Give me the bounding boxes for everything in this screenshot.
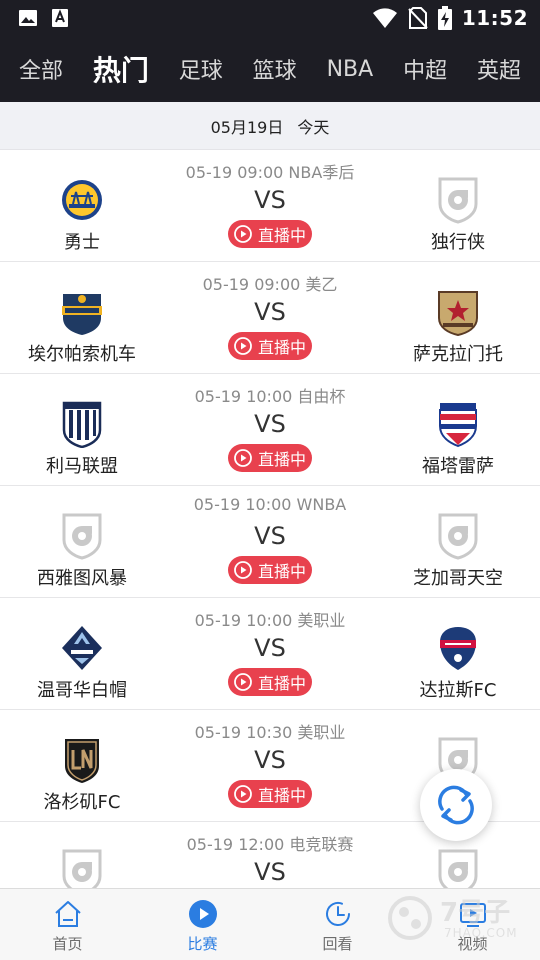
home-team-name: 西雅图风暴 [37, 568, 127, 589]
fc-dallas-logo [440, 627, 476, 670]
match-row[interactable]: 05-19 09:00 NBA季后 VS 直播中 勇士 独行侠 [0, 150, 540, 262]
live-label: 直播中 [257, 226, 306, 245]
play-circle-icon [234, 561, 252, 579]
whitecaps-logo [62, 626, 102, 670]
date-header: 05月19日 今天 [0, 102, 540, 150]
away-team[interactable]: 萨克拉门托 [373, 276, 540, 366]
nav-matches[interactable]: 比赛 [135, 889, 270, 960]
away-team-name: 芝加哥天空 [413, 568, 503, 589]
clock: 11:52 [461, 6, 528, 30]
image-notification-icon [19, 10, 37, 26]
home-team-name: 埃尔帕索机车 [28, 344, 136, 365]
live-button[interactable]: 直播中 [228, 668, 312, 696]
day-label: 今天 [297, 117, 330, 137]
match-row[interactable]: 05-19 10:00 自由杯 VS 直播中 利马联盟 福塔雷萨 [0, 374, 540, 486]
text-notification-icon [52, 9, 68, 27]
play-circle-icon [234, 337, 252, 355]
live-label: 直播中 [257, 450, 306, 469]
home-team-name: 洛杉矶FC [43, 792, 121, 813]
away-team-name: 福塔雷萨 [422, 456, 494, 477]
play-circle-icon [234, 449, 252, 467]
away-team-name: 独行侠 [431, 232, 485, 253]
live-button[interactable]: 直播中 [228, 556, 312, 584]
date-label: 05月19日 [210, 117, 284, 137]
home-team[interactable]: 洛杉矶FC [0, 724, 167, 814]
placeholder-logo [59, 512, 105, 560]
home-icon [54, 901, 81, 927]
placeholder-logo [435, 176, 481, 224]
status-bar: 11:52 [0, 0, 540, 36]
away-team[interactable]: 福塔雷萨 [373, 388, 540, 478]
tab-epl[interactable]: 英超 [477, 53, 521, 85]
nav-video-label: 视频 [457, 935, 488, 953]
placeholder-logo [435, 512, 481, 560]
home-team-name: 温哥华白帽 [37, 680, 127, 701]
live-button[interactable]: 直播中 [228, 444, 312, 472]
live-button[interactable]: 直播中 [228, 220, 312, 248]
home-team-name: 利马联盟 [46, 456, 118, 477]
replay-icon [325, 902, 350, 926]
placeholder-logo [435, 848, 481, 888]
play-circle-icon [234, 673, 252, 691]
alianza-lima-logo [62, 401, 102, 448]
tab-football[interactable]: 足球 [179, 53, 223, 85]
live-button[interactable]: 直播中 [228, 332, 312, 360]
fortaleza-logo [439, 403, 477, 448]
refresh-icon [438, 785, 474, 825]
home-team[interactable]: 西雅图风暴 [0, 500, 167, 590]
away-team-name: 达拉斯FC [419, 680, 497, 701]
live-label: 直播中 [257, 674, 306, 693]
away-team[interactable]: 芝加哥天空 [373, 500, 540, 590]
tab-csl[interactable]: 中超 [403, 53, 447, 85]
nav-replay-label: 回看 [322, 935, 353, 953]
play-circle-icon [234, 785, 252, 803]
play-icon [188, 900, 217, 928]
no-sim-icon [408, 7, 428, 29]
republic-fc-logo [438, 291, 478, 336]
away-team[interactable]: 独行侠 [373, 164, 540, 254]
home-team[interactable]: 利马联盟 [0, 388, 167, 478]
category-tabs: 全部 热门 足球 篮球 NBA 中超 英超 [0, 36, 540, 102]
away-team[interactable] [373, 836, 540, 888]
refresh-button[interactable] [420, 769, 492, 841]
warriors-logo [62, 180, 102, 220]
bottom-navigation: 首页 比赛 回看 视频 [0, 888, 540, 960]
battery-charging-icon [437, 6, 452, 30]
nav-home-label: 首页 [52, 935, 83, 953]
home-team[interactable]: 埃尔帕索机车 [0, 276, 167, 366]
tab-hot[interactable]: 热门 [93, 49, 149, 89]
live-button[interactable]: 直播中 [228, 780, 312, 808]
away-team[interactable]: 达拉斯FC [373, 612, 540, 702]
match-row[interactable]: 05-19 10:00 WNBA VS 直播中 西雅图风暴 芝加哥天空 [0, 486, 540, 598]
home-team[interactable]: 温哥华白帽 [0, 612, 167, 702]
tab-nba[interactable]: NBA [327, 57, 374, 82]
match-row[interactable]: 05-19 10:00 美职业 VS 直播中 温哥华白帽 达拉斯FC [0, 598, 540, 710]
live-label: 直播中 [257, 786, 306, 805]
away-team-name: 萨克拉门托 [413, 344, 503, 365]
wifi-icon [372, 8, 397, 28]
live-label: 直播中 [257, 338, 306, 357]
nav-home[interactable]: 首页 [0, 889, 135, 960]
lafc-logo [65, 739, 99, 783]
nav-video[interactable]: 视频 [405, 889, 540, 960]
nav-replay[interactable]: 回看 [270, 889, 405, 960]
locomotive-logo [62, 294, 102, 335]
match-row[interactable]: 05-19 09:00 美乙 VS 直播中 埃尔帕索机车 萨克拉门托 [0, 262, 540, 374]
home-team[interactable] [0, 836, 167, 888]
tab-basketball[interactable]: 篮球 [253, 53, 297, 85]
video-icon [459, 903, 486, 927]
live-label: 直播中 [257, 562, 306, 581]
nav-matches-label: 比赛 [187, 935, 218, 953]
home-team-name: 勇士 [64, 232, 100, 253]
play-circle-icon [234, 225, 252, 243]
placeholder-logo [59, 848, 105, 888]
tab-all[interactable]: 全部 [19, 53, 63, 85]
home-team[interactable]: 勇士 [0, 164, 167, 254]
